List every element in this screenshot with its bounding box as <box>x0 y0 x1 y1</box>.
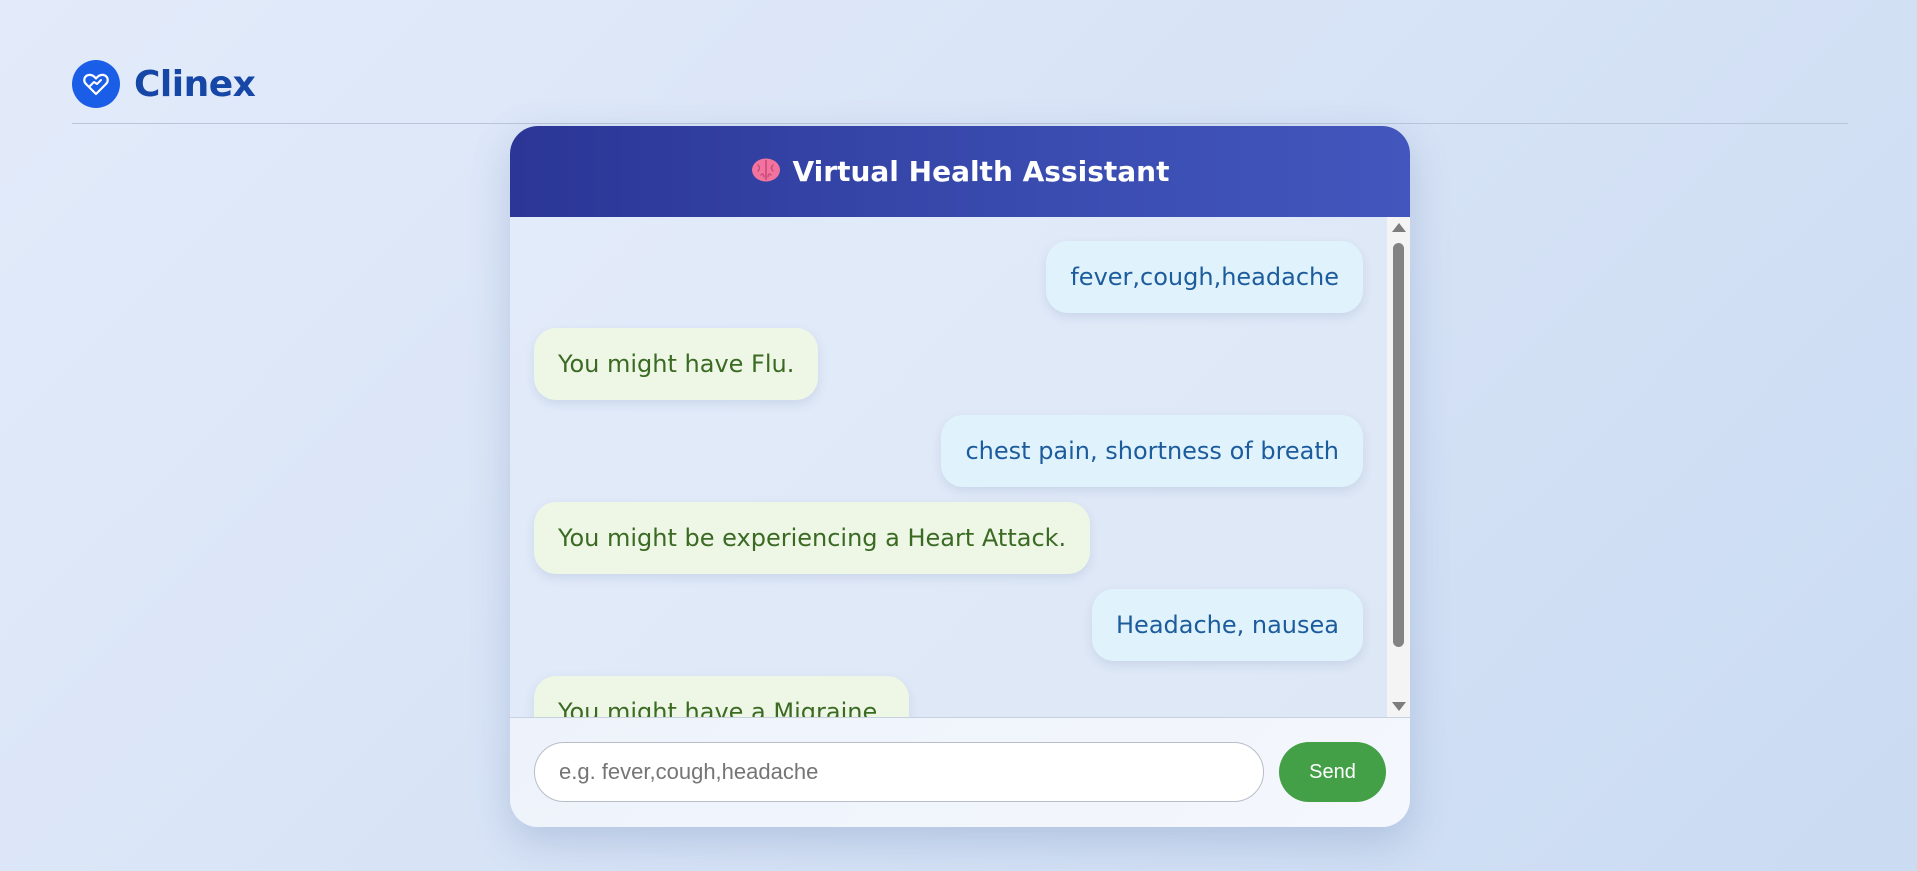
chat-title: Virtual Health Assistant <box>792 155 1170 188</box>
brain-icon <box>751 157 781 187</box>
scroll-down-icon[interactable] <box>1392 702 1406 711</box>
brand-name: Clinex <box>134 63 256 105</box>
symptom-input[interactable] <box>534 742 1264 802</box>
heart-handshake-icon <box>72 60 120 108</box>
message-scrollbar[interactable] <box>1387 217 1410 717</box>
message-row: You might be experiencing a Heart Attack… <box>534 502 1363 574</box>
message-row: chest pain, shortness of breath <box>534 415 1363 487</box>
message-row: fever,cough,headache <box>534 241 1363 313</box>
brand[interactable]: Clinex <box>72 60 256 108</box>
bot-message: You might be experiencing a Heart Attack… <box>534 502 1091 574</box>
scroll-up-icon[interactable] <box>1392 223 1406 232</box>
header-divider <box>72 123 1848 124</box>
message-row: You might have Flu. <box>534 328 1363 400</box>
message-list[interactable]: fever,cough,headache You might have Flu.… <box>510 217 1387 717</box>
message-row: Headache, nausea <box>534 589 1363 661</box>
scroll-thumb[interactable] <box>1393 243 1404 647</box>
user-message: Headache, nausea <box>1092 589 1363 661</box>
bot-message: You might have Flu. <box>534 328 819 400</box>
send-button[interactable]: Send <box>1279 742 1386 802</box>
user-message: chest pain, shortness of breath <box>941 415 1363 487</box>
input-bar: Send <box>510 717 1410 827</box>
chat-header: Virtual Health Assistant <box>510 126 1410 217</box>
user-message: fever,cough,headache <box>1046 241 1363 313</box>
bot-message: You might have a Migraine. <box>534 676 909 717</box>
chat-window: Virtual Health Assistant fever,cough,hea… <box>510 126 1410 827</box>
message-row: You might have a Migraine. <box>534 676 1363 717</box>
